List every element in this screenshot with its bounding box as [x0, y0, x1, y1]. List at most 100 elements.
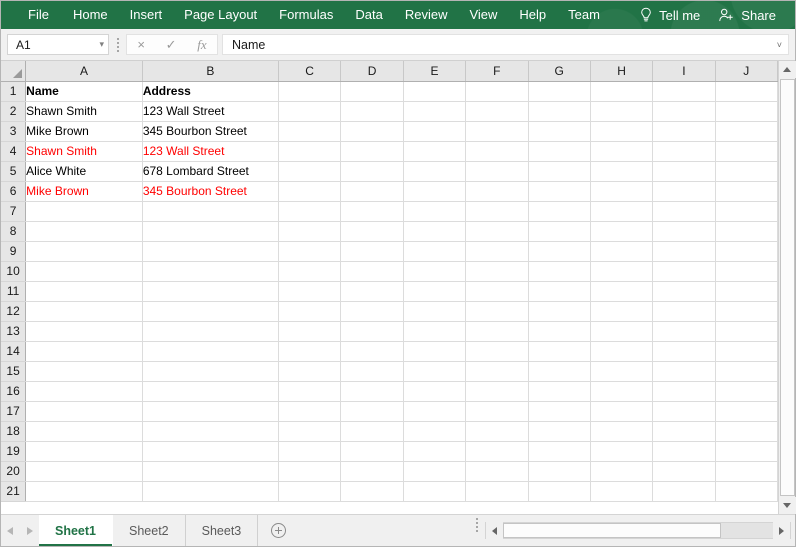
cell-F9[interactable]: [465, 241, 529, 262]
cell-F17[interactable]: [465, 401, 529, 422]
row-header-19[interactable]: 19: [1, 441, 27, 462]
cell-J12[interactable]: [715, 301, 779, 322]
cell-H20[interactable]: [590, 461, 654, 482]
cell-C17[interactable]: [278, 401, 342, 422]
cell-F19[interactable]: [465, 441, 529, 462]
cell-G8[interactable]: [528, 221, 591, 242]
cell-E5[interactable]: [403, 161, 467, 182]
row-header-4[interactable]: 4: [1, 141, 27, 162]
row-header-17[interactable]: 17: [1, 401, 27, 422]
row-header-6[interactable]: 6: [1, 181, 27, 202]
cell-D5[interactable]: [340, 161, 404, 182]
scroll-left-button[interactable]: [486, 522, 503, 539]
cell-H17[interactable]: [590, 401, 654, 422]
cell-G16[interactable]: [528, 381, 591, 402]
cell-A9[interactable]: [25, 241, 143, 262]
menu-item-page-layout[interactable]: Page Layout: [173, 1, 268, 29]
cell-F3[interactable]: [465, 121, 529, 142]
cell-E4[interactable]: [403, 141, 467, 162]
next-sheet-icon[interactable]: [27, 526, 33, 535]
cell-G14[interactable]: [528, 341, 591, 362]
cell-G11[interactable]: [528, 281, 591, 302]
cell-C10[interactable]: [278, 261, 342, 282]
cell-A3[interactable]: Mike Brown: [25, 121, 143, 142]
cell-B2[interactable]: 123 Wall Street: [142, 101, 279, 122]
cell-A7[interactable]: [25, 201, 143, 222]
cell-J19[interactable]: [715, 441, 779, 462]
horizontal-scroll-track[interactable]: [485, 522, 791, 539]
vertical-scroll-thumb[interactable]: [779, 79, 795, 496]
cancel-icon[interactable]: ×: [137, 38, 145, 51]
cell-A5[interactable]: Alice White: [25, 161, 143, 182]
cell-G3[interactable]: [528, 121, 591, 142]
cell-B4[interactable]: 123 Wall Street: [142, 141, 279, 162]
row-header-13[interactable]: 13: [1, 321, 27, 342]
sheet-tab-sheet1[interactable]: Sheet1: [39, 515, 113, 546]
cell-F13[interactable]: [465, 321, 529, 342]
menu-item-insert[interactable]: Insert: [119, 1, 174, 29]
cell-I14[interactable]: [652, 341, 716, 362]
cell-E20[interactable]: [403, 461, 467, 482]
cell-H21[interactable]: [590, 481, 654, 502]
cell-A14[interactable]: [25, 341, 143, 362]
menu-item-home[interactable]: Home: [62, 1, 119, 29]
cell-J20[interactable]: [715, 461, 779, 482]
cell-D21[interactable]: [340, 481, 404, 502]
column-header-J[interactable]: J: [715, 61, 779, 82]
cell-A16[interactable]: [25, 381, 143, 402]
menu-item-team[interactable]: Team: [557, 1, 611, 29]
cell-H19[interactable]: [590, 441, 654, 462]
cell-H9[interactable]: [590, 241, 654, 262]
cell-F20[interactable]: [465, 461, 529, 482]
row-header-15[interactable]: 15: [1, 361, 27, 382]
cell-A4[interactable]: Shawn Smith: [25, 141, 143, 162]
cell-E6[interactable]: [403, 181, 467, 202]
formula-bar-splitter[interactable]: [112, 35, 123, 55]
formula-input[interactable]: Name ˅: [222, 34, 789, 55]
sheet-tab-sheet3[interactable]: Sheet3: [186, 515, 259, 546]
cell-C3[interactable]: [278, 121, 342, 142]
cell-C21[interactable]: [278, 481, 342, 502]
cell-C8[interactable]: [278, 221, 342, 242]
cell-H14[interactable]: [590, 341, 654, 362]
cell-D15[interactable]: [340, 361, 404, 382]
cell-J7[interactable]: [715, 201, 779, 222]
cell-B13[interactable]: [142, 321, 279, 342]
cell-H10[interactable]: [590, 261, 654, 282]
horizontal-scroll-thumb[interactable]: [503, 523, 721, 538]
cell-C2[interactable]: [278, 101, 342, 122]
row-header-21[interactable]: 21: [1, 481, 27, 502]
cell-E19[interactable]: [403, 441, 467, 462]
cell-I3[interactable]: [652, 121, 716, 142]
cell-J14[interactable]: [715, 341, 779, 362]
cell-B3[interactable]: 345 Bourbon Street: [142, 121, 279, 142]
sheet-tab-sheet2[interactable]: Sheet2: [113, 515, 186, 546]
cell-A19[interactable]: [25, 441, 143, 462]
cell-J9[interactable]: [715, 241, 779, 262]
cell-H18[interactable]: [590, 421, 654, 442]
cell-D1[interactable]: [340, 81, 404, 102]
cell-B9[interactable]: [142, 241, 279, 262]
cell-C18[interactable]: [278, 421, 342, 442]
cell-E8[interactable]: [403, 221, 467, 242]
cell-I10[interactable]: [652, 261, 716, 282]
cell-C1[interactable]: [278, 81, 342, 102]
column-header-F[interactable]: F: [465, 61, 529, 82]
cell-G21[interactable]: [528, 481, 591, 502]
cell-H2[interactable]: [590, 101, 654, 122]
cell-J6[interactable]: [715, 181, 779, 202]
cell-A8[interactable]: [25, 221, 143, 242]
cell-A17[interactable]: [25, 401, 143, 422]
cell-A21[interactable]: [25, 481, 143, 502]
cell-I11[interactable]: [652, 281, 716, 302]
row-header-20[interactable]: 20: [1, 461, 27, 482]
cell-B18[interactable]: [142, 421, 279, 442]
cell-E14[interactable]: [403, 341, 467, 362]
cell-G1[interactable]: [528, 81, 591, 102]
row-header-18[interactable]: 18: [1, 421, 27, 442]
cell-E16[interactable]: [403, 381, 467, 402]
cell-D9[interactable]: [340, 241, 404, 262]
row-header-7[interactable]: 7: [1, 201, 27, 222]
menu-item-view[interactable]: View: [458, 1, 508, 29]
cell-J17[interactable]: [715, 401, 779, 422]
